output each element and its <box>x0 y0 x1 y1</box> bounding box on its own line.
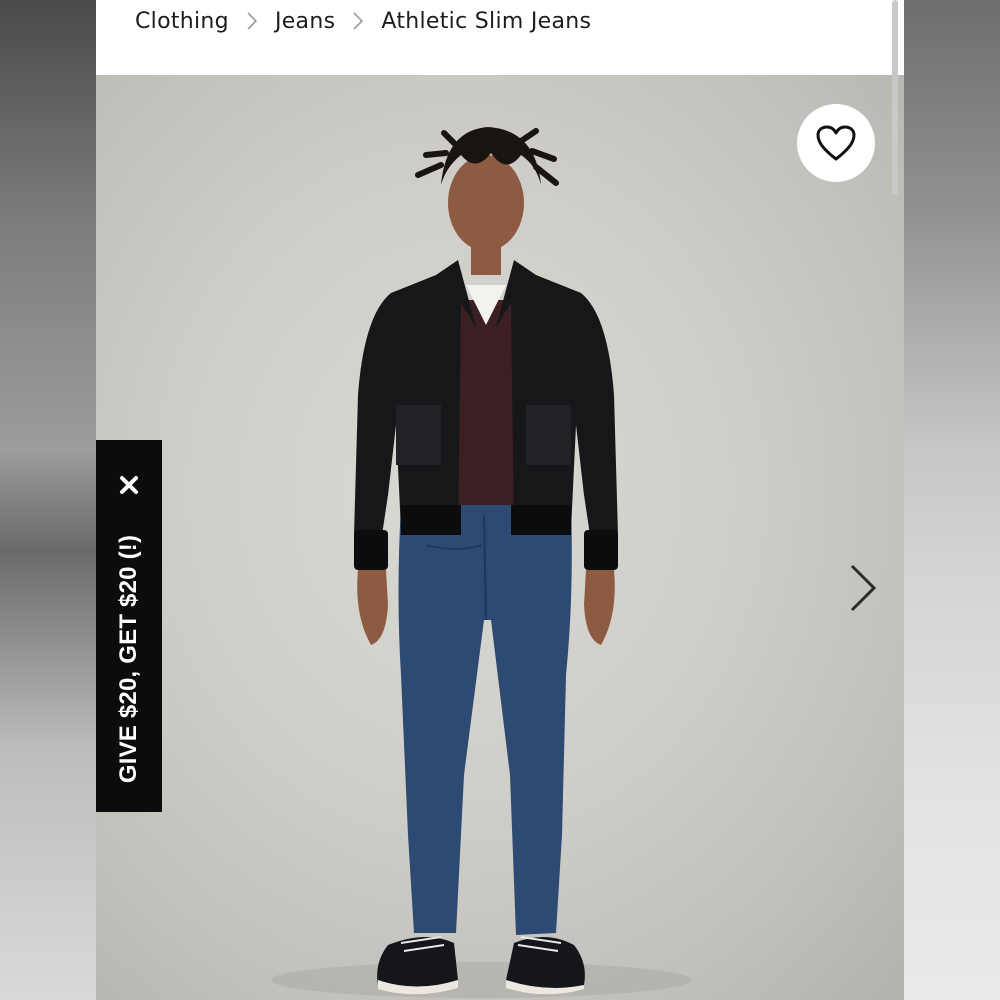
scrollbar[interactable] <box>892 0 898 195</box>
chevron-right-icon <box>247 12 258 30</box>
blurred-edge-right <box>904 0 1000 1000</box>
promo-close-button[interactable] <box>114 470 144 500</box>
heart-outline-icon <box>816 125 856 161</box>
breadcrumb-item-jeans[interactable]: Jeans <box>275 8 335 36</box>
blurred-edge-left <box>0 0 96 1000</box>
product-page: Clothing Jeans Athletic Slim Jeans <box>96 0 904 1000</box>
breadcrumb: Clothing Jeans Athletic Slim Jeans <box>96 0 904 75</box>
promo-label: GIVE $20, GET $20 (!) <box>115 534 142 784</box>
breadcrumb-item-athletic-slim-jeans[interactable]: Athletic Slim Jeans <box>381 8 591 36</box>
model-illustration <box>271 127 691 998</box>
close-icon <box>120 476 138 494</box>
referral-promo-tab[interactable]: GIVE $20, GET $20 (!) <box>96 440 162 812</box>
screen: Clothing Jeans Athletic Slim Jeans GIVE … <box>0 0 1000 1000</box>
chevron-right-icon <box>353 12 364 30</box>
product-image[interactable] <box>96 75 904 1000</box>
breadcrumb-item-clothing[interactable]: Clothing <box>135 8 229 36</box>
favorite-button[interactable] <box>797 104 875 182</box>
next-image-button[interactable] <box>838 553 888 623</box>
chevron-right-icon <box>850 564 877 612</box>
